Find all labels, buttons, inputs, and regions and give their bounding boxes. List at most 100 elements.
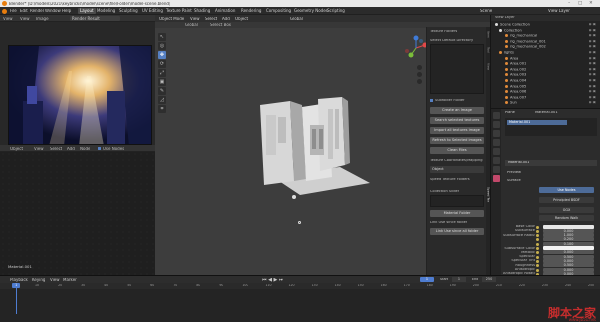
node-editor-view-menu[interactable]: View <box>34 147 44 151</box>
property-field-value[interactable]: 0.000 <box>543 267 594 272</box>
visibility-toggle-icon[interactable]: ◉ ▣ <box>589 45 596 49</box>
outliner-row[interactable]: Area.001 <box>505 62 526 66</box>
import-textures-button[interactable]: Import all textures image <box>430 127 484 134</box>
annotate-tool-icon[interactable]: ✎ <box>158 87 166 95</box>
view-layer-selector[interactable]: View Layer <box>548 9 596 13</box>
material-properties-tab-icon[interactable] <box>492 175 500 182</box>
menu-help[interactable]: Help <box>62 9 71 13</box>
zoom-view-icon[interactable] <box>417 65 422 70</box>
socket-dot-icon[interactable] <box>536 242 539 246</box>
select-tool-icon[interactable]: ↖ <box>158 33 166 41</box>
transform-orientation-selector[interactable]: Global <box>290 17 303 21</box>
modifier-properties-tab-icon[interactable] <box>492 166 500 173</box>
transform-tool-icon[interactable]: ▣ <box>158 78 166 86</box>
world-properties-tab-icon[interactable] <box>492 148 500 155</box>
use-nodes-checkbox[interactable] <box>98 147 101 150</box>
socket-dot-icon[interactable] <box>536 264 539 268</box>
clean-files-button[interactable]: Clean Files <box>430 147 484 154</box>
outliner-row[interactable]: Area.007 <box>505 95 526 100</box>
play-controls-icon[interactable]: ⏮ ◀ ▶ ⏭ <box>262 278 283 283</box>
property-field-value[interactable]: 0.000 <box>543 250 594 255</box>
image-editor-view2-menu[interactable]: View <box>20 17 30 21</box>
socket-dot-icon[interactable] <box>536 255 539 259</box>
visibility-toggle-icon[interactable]: ◉ ▣ <box>589 101 596 105</box>
create-image-button[interactable]: Create an Image <box>430 107 484 114</box>
workspace-tab-rendering[interactable]: Rendering <box>239 8 263 14</box>
scale-tool-icon[interactable]: ⤢ <box>158 69 166 77</box>
outliner-row[interactable]: rig_mechanical <box>505 34 537 38</box>
viewport-add-menu[interactable]: Add <box>222 17 230 21</box>
outliner-row[interactable]: Sun <box>505 101 517 105</box>
outliner-row[interactable]: Area.006 <box>505 90 526 94</box>
distribution-dropdown[interactable]: GGX <box>539 207 594 213</box>
select-box-tool[interactable]: Select Box <box>210 23 231 27</box>
output-properties-tab-icon[interactable] <box>492 130 500 137</box>
timeline-track-area[interactable] <box>0 289 600 314</box>
cursor-tool-icon[interactable]: ◎ <box>158 42 166 50</box>
visibility-toggle-icon[interactable]: ◉ ▣ <box>589 23 596 27</box>
object-mode-selector[interactable]: Object Mode <box>159 17 184 21</box>
workspace-tab-compositing[interactable]: Compositing <box>264 8 293 14</box>
visibility-toggle-icon[interactable]: ◉ ▣ <box>589 51 596 55</box>
object-properties-tab-icon[interactable] <box>492 157 500 164</box>
visibility-toggle-icon[interactable]: ◉ ▣ <box>589 85 596 89</box>
use-nodes-button[interactable]: Use Nodes <box>539 187 594 193</box>
visibility-toggle-icon[interactable]: ◉ ▣ <box>589 62 596 66</box>
timeline-view-menu[interactable]: View <box>50 278 60 282</box>
outliner-row[interactable]: Area.005 <box>505 84 526 89</box>
workspace-tab-layout[interactable]: Layout <box>78 8 96 14</box>
mapping-dropdown[interactable]: Object <box>430 166 484 173</box>
minimize-button[interactable]: – <box>568 1 570 6</box>
preview-section-header[interactable]: Preview <box>507 171 521 175</box>
maximize-button[interactable]: □ <box>578 1 582 6</box>
texture-folders-header[interactable]: Texture Folders <box>430 30 457 34</box>
workspace-tab-scripting[interactable]: Scripting <box>325 8 347 14</box>
blender-menu-icon[interactable] <box>2 8 7 14</box>
move-tool-icon[interactable]: ✥ <box>158 51 166 59</box>
orientation-global[interactable]: Global <box>185 23 198 27</box>
pan-view-icon[interactable] <box>417 72 422 77</box>
surface-section-header[interactable]: Surface <box>507 179 521 183</box>
outliner-display-mode[interactable]: View Layer <box>495 16 515 20</box>
workspace-tab-texture-paint[interactable]: Texture Paint <box>164 8 194 14</box>
timeline-playback-menu[interactable]: Playback <box>10 278 28 282</box>
material-slot-item[interactable]: Material.001 <box>507 120 567 125</box>
visibility-toggle-icon[interactable]: ◉ ▣ <box>589 90 596 94</box>
viewport-view-menu[interactable]: View <box>190 17 200 21</box>
tool-properties-tab-icon[interactable] <box>492 112 500 119</box>
viewport-select-menu[interactable]: Select <box>205 17 217 21</box>
speed-texture-folders-header[interactable]: Speed Texture Folders <box>430 178 470 182</box>
menu-edit[interactable]: Edit <box>20 9 28 13</box>
menu-render[interactable]: Render <box>30 9 44 13</box>
workspace-tab-modeling[interactable]: Modeling <box>95 8 117 14</box>
property-field-value[interactable]: 0.500 <box>543 254 594 259</box>
material-datablock-field[interactable]: Material.001 <box>505 160 597 166</box>
camera-view-icon[interactable] <box>417 79 422 84</box>
socket-dot-icon[interactable] <box>536 225 539 229</box>
end-frame-field[interactable]: 250 <box>482 277 496 282</box>
close-button[interactable]: ✕ <box>589 1 593 6</box>
start-frame-field[interactable]: 1 <box>452 277 466 282</box>
visibility-toggle-icon[interactable]: ◉ ▣ <box>589 40 596 44</box>
property-field-value[interactable]: 0.500 <box>543 263 594 268</box>
outliner-row[interactable]: Area <box>505 56 518 61</box>
material-slot-list[interactable]: Material.001 <box>505 118 597 136</box>
collection-slider-field[interactable] <box>430 195 484 207</box>
image-editor-view-menu[interactable]: View <box>3 17 13 21</box>
outliner-row[interactable]: Area.002 <box>505 67 526 72</box>
menu-window[interactable]: Window <box>45 9 61 13</box>
visibility-toggle-icon[interactable]: ◉ ▣ <box>589 79 596 83</box>
measure-tool-icon[interactable]: ◿ <box>158 96 166 104</box>
outliner-row[interactable]: lights <box>499 51 514 55</box>
visibility-toggle-icon[interactable]: ◉ ▣ <box>589 73 596 77</box>
link-all-folder-button[interactable]: Link Use since all folder <box>430 228 484 235</box>
refresh-selected-button[interactable]: Refresh to Selected images <box>430 137 484 144</box>
node-editor-select-menu[interactable]: Select <box>50 147 62 151</box>
add-cube-tool-icon[interactable]: ⌗ <box>158 105 166 113</box>
current-frame-field[interactable]: 1 <box>420 277 434 282</box>
light-object-icon[interactable] <box>292 195 296 199</box>
image-selector[interactable]: Render Result <box>70 16 120 21</box>
workspace-tab-sculpting[interactable]: Sculpting <box>117 8 140 14</box>
image-editor-image-menu[interactable]: Image <box>36 17 49 21</box>
node-editor-add-menu[interactable]: Add <box>67 147 75 151</box>
